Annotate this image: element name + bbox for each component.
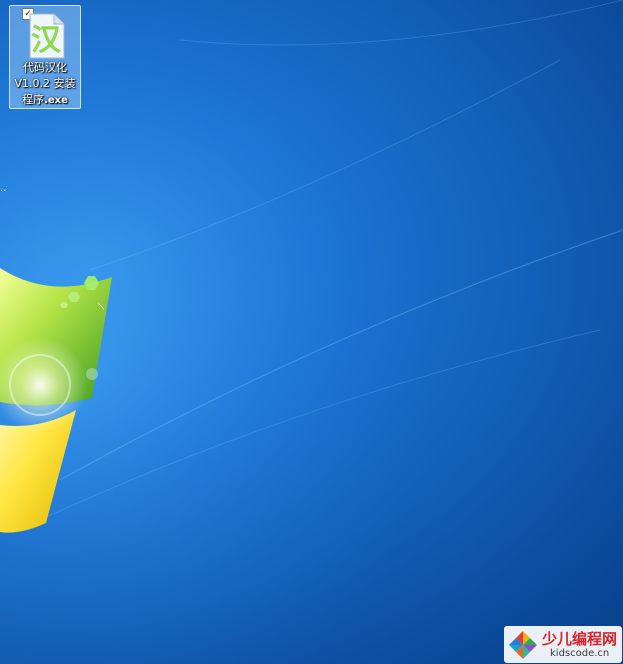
watermark-url: kidscode.cn — [550, 648, 610, 659]
wallpaper — [0, 0, 623, 664]
icon-label-line3-start: 程序 — [22, 93, 45, 106]
desktop[interactable]: ✓ 汉 代码汉化 V1.0.2 安装 程序.exe .. 少儿编程网 kidsc… — [0, 0, 623, 664]
desktop-icon-installer[interactable]: ✓ 汉 代码汉化 V1.0.2 安装 程序.exe — [9, 5, 81, 109]
icon-label-line1: 代码汉化 — [23, 61, 67, 74]
icon-glyph: 汉 — [31, 23, 62, 58]
desktop-icon-label: 代码汉化 V1.0.2 安装 程序.exe — [10, 60, 80, 109]
watermark: 少儿编程网 kidscode.cn — [504, 626, 622, 663]
icon-label-line2: V1.0.2 安装 — [14, 77, 76, 90]
icon-label-line3: 程序.exe — [10, 92, 80, 109]
kidscode-logo-icon — [509, 631, 537, 659]
watermark-title: 少儿编程网 — [542, 630, 618, 648]
stray-text: .. — [0, 183, 7, 194]
hanhua-app-icon: 汉 — [29, 13, 65, 59]
file-extension: .exe — [44, 95, 68, 106]
